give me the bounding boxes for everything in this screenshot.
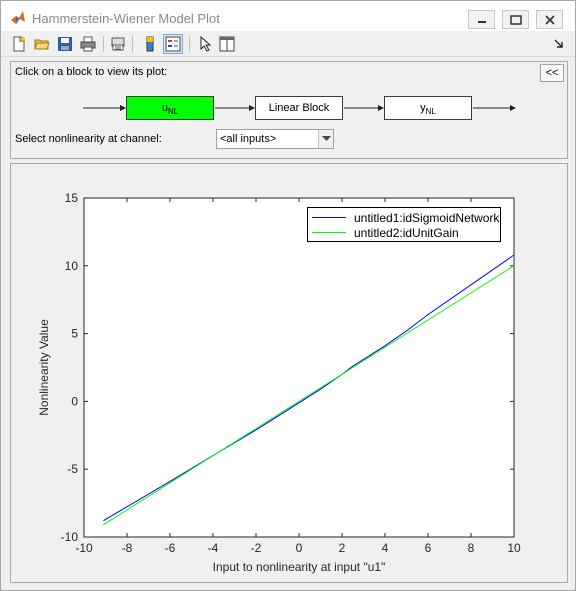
new-file-icon	[13, 36, 25, 52]
toolbar	[1, 31, 575, 57]
minimize-button[interactable]	[468, 10, 495, 29]
x-tick-label: 6	[425, 541, 432, 555]
print-preview-icon	[111, 37, 125, 51]
channel-select[interactable]: <all inputs>	[216, 129, 334, 149]
matlab-icon	[10, 10, 26, 26]
x-tick-label: -6	[165, 541, 176, 555]
y-tick-label: 5	[71, 327, 78, 341]
input-nonlinearity-subscript: NL	[167, 106, 179, 116]
toolbar-separator	[189, 36, 190, 52]
x-tick-label: 10	[507, 541, 521, 555]
block-diagram-panel: Click on a block to view its plot: << uN…	[10, 61, 568, 159]
minimize-icon	[477, 20, 486, 23]
channel-select-label: Select nonlinearity at channel:	[15, 133, 162, 145]
x-tick-label: 8	[468, 541, 475, 555]
x-tick-label: 0	[296, 541, 303, 555]
pointer-icon	[200, 36, 212, 52]
x-tick-label: 4	[382, 541, 389, 555]
x-tick-label: -2	[251, 541, 262, 555]
x-tick-label: -4	[208, 541, 219, 555]
open-folder-icon	[34, 39, 50, 50]
legend-swatch-series1	[312, 217, 346, 218]
linear-block[interactable]: Linear Block	[255, 96, 343, 120]
collapse-panel-button[interactable]: <<	[540, 64, 564, 82]
legend-entry-series1: untitled1:idSigmoidNetwork	[312, 210, 499, 225]
legend-label-series1: untitled1:idSigmoidNetwork	[354, 210, 500, 225]
output-nonlinearity-subscript: NL	[425, 106, 436, 116]
colorbar-button[interactable]	[140, 34, 160, 54]
print-icon	[80, 36, 96, 52]
plot-legend[interactable]: untitled1:idSigmoidNetwork untitled2:idU…	[307, 207, 501, 242]
open-button[interactable]	[32, 34, 52, 54]
print-preview-button[interactable]	[108, 34, 128, 54]
linear-block-label: Linear Block	[268, 102, 330, 114]
plot-area[interactable]	[84, 198, 514, 537]
output-nonlinearity-block[interactable]: y NL	[384, 96, 472, 120]
figure-window: Hammerstein-Wiener Model Plot Click on a…	[0, 0, 576, 591]
x-tick-label: 2	[339, 541, 346, 555]
plot-panel: -10 -8 -6 -4 -2 0 2 4 6 8 10 -10 -5 0 5 10 15 Input to no…	[10, 163, 568, 583]
dock-arrow-icon	[554, 39, 563, 48]
y-tick-label: -10	[61, 530, 79, 544]
legend-label-series2: untitled2:idUnitGain	[354, 225, 459, 240]
colorbar-icon	[146, 36, 154, 52]
chevron-down-icon[interactable]	[318, 130, 333, 148]
legend-swatch-series2	[312, 232, 346, 233]
new-file-button[interactable]	[9, 34, 29, 54]
toolbar-separator	[132, 36, 133, 52]
save-button[interactable]	[55, 34, 75, 54]
y-tick-label: -5	[67, 462, 78, 476]
y-tick-label: 15	[65, 191, 79, 205]
x-tick-label: -8	[122, 541, 133, 555]
channel-select-value: <all inputs>	[220, 133, 277, 145]
property-editor-button[interactable]	[217, 34, 237, 54]
input-nonlinearity-block[interactable]: u NL	[126, 96, 214, 120]
toolbar-separator	[103, 36, 104, 52]
title-bar[interactable]: Hammerstein-Wiener Model Plot	[1, 1, 575, 31]
x-axis-label: Input to nonlinearity at input "u1"	[213, 560, 386, 574]
close-icon	[544, 14, 555, 25]
maximize-button[interactable]	[502, 10, 529, 29]
window-title: Hammerstein-Wiener Model Plot	[32, 11, 220, 26]
legend-entry-series2: untitled2:idUnitGain	[312, 225, 459, 240]
dock-arrow-button[interactable]	[553, 34, 565, 54]
y-tick-label: 0	[71, 394, 78, 408]
save-icon	[58, 37, 72, 51]
maximize-icon	[509, 14, 522, 25]
legend-icon	[165, 36, 181, 52]
y-tick-label: 10	[65, 259, 79, 273]
y-axis-label: Nonlinearity Value	[37, 319, 51, 416]
legend-button[interactable]	[163, 34, 183, 54]
property-editor-icon	[219, 36, 235, 52]
print-button[interactable]	[78, 34, 98, 54]
block-hint-text: Click on a block to view its plot:	[15, 66, 168, 78]
close-button[interactable]	[536, 10, 563, 29]
pointer-button[interactable]	[195, 34, 215, 54]
